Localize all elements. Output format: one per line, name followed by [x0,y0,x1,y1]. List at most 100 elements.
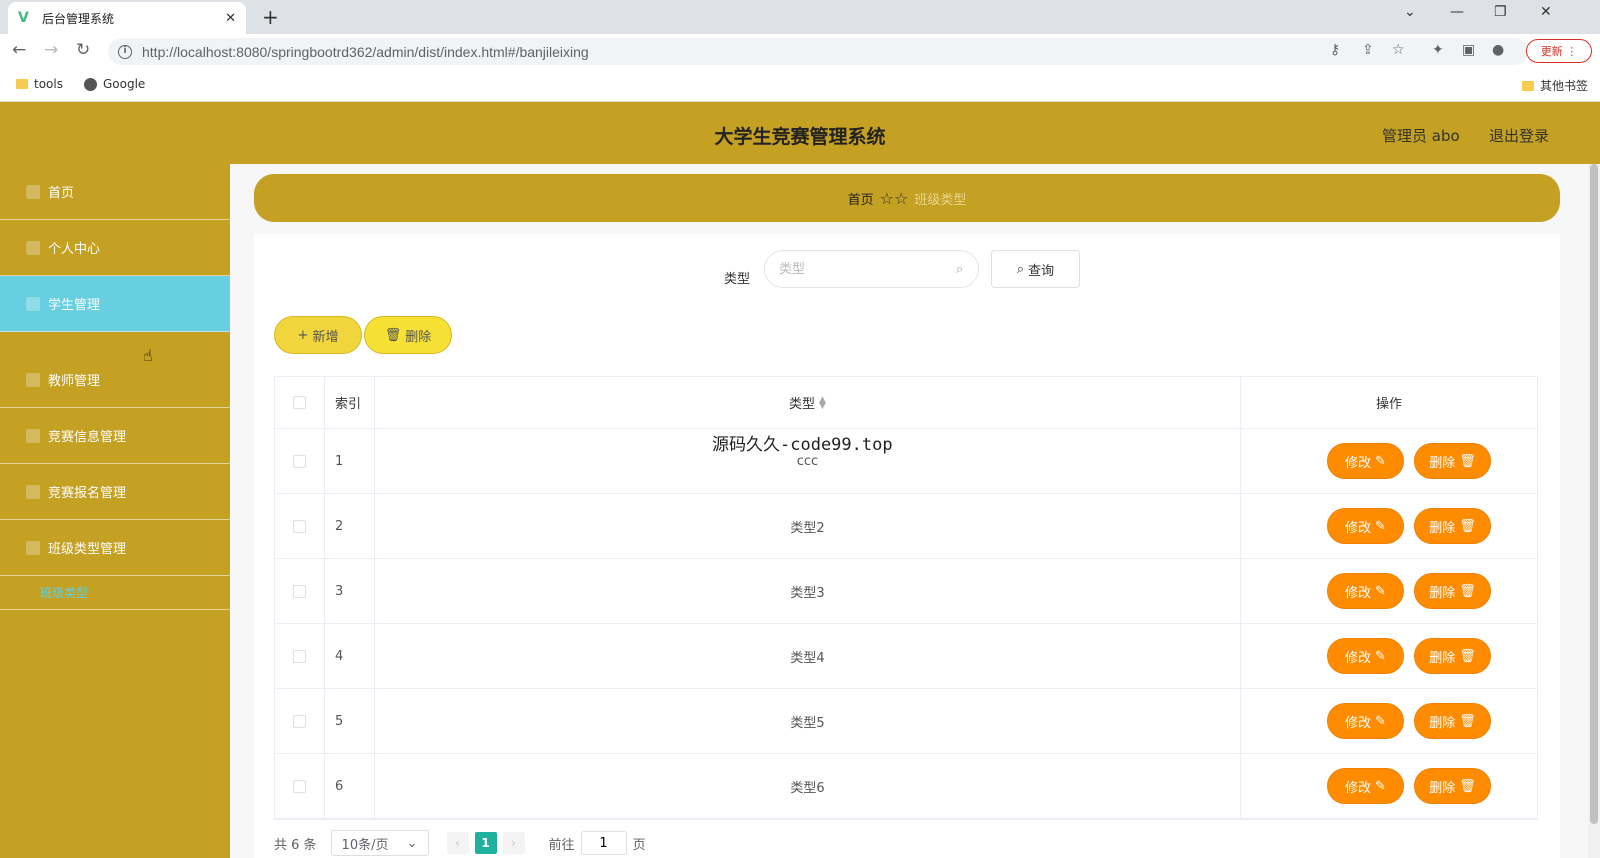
bookmarks-bar: tools Google 其他书签 [0,68,1600,102]
admin-user: 管理员 abo [1382,127,1460,145]
app-title: 大学生竞赛管理系统 [714,126,886,148]
select-all-checkbox[interactable] [293,396,306,409]
add-label: 新增 [312,329,339,345]
search-input[interactable] [764,250,979,288]
mouse-cursor-icon: ☝ [143,346,153,365]
sidebar-item-home[interactable]: 首页 [0,164,230,220]
sidebar: 首页 个人中心 学生管理 教师管理 竞赛信息管理 竞赛报名管理 班级类型管理 班… [0,164,230,858]
table-row: 1 ccc 修改 ✎ 删除 🗑 [275,429,1537,494]
sidebar-item-class-types[interactable]: 班级类型管理 [0,520,230,576]
table-row: 5 类型5 修改 ✎ 删除 🗑 [275,689,1537,754]
row-check-cell [275,624,325,688]
logout-link[interactable]: 退出登录 [1489,125,1549,146]
table-row: 4 类型4 修改 ✎ 删除 🗑 [275,624,1537,689]
delete-button[interactable]: 删除 🗑 [1414,573,1491,609]
edit-button[interactable]: 修改 ✎ [1327,768,1404,804]
edit-button[interactable]: 修改 ✎ [1327,443,1404,479]
prev-page-icon[interactable]: ‹ [446,832,469,854]
side-panel-icon[interactable]: ▣ [1462,42,1475,58]
row-type: 类型5 [375,689,1241,753]
share-icon[interactable]: ⇪ [1362,42,1374,58]
sidebar-item-competitions[interactable]: 竞赛信息管理 [0,408,230,464]
browser-update-button[interactable]: 更新 ⋮ [1526,39,1592,63]
page-scrollbar[interactable] [1588,164,1600,858]
row-checkbox[interactable] [293,649,306,663]
sidebar-subitem-class-type[interactable]: 班级类型 [0,584,230,610]
sidebar-item-label: 竞赛报名管理 [48,486,127,501]
sort-icon[interactable]: ▲ ▼ [819,395,826,410]
row-index: 3 [325,559,375,623]
header-type: 类型 [789,397,816,412]
close-window-icon[interactable]: ✕ [1540,4,1552,20]
key-icon[interactable]: ⚷ [1330,42,1340,58]
row-checkbox[interactable] [293,714,306,728]
other-bookmarks[interactable]: 其他书签 [1522,77,1588,94]
row-check-cell [275,689,325,753]
breadcrumb-home[interactable]: 首页 [848,189,874,208]
bookmark-star-icon[interactable]: ☆ [1392,42,1405,58]
row-actions: 修改 ✎ 删除 🗑 [1241,689,1537,753]
page-size-select[interactable]: 10条/页 ⌄ [330,830,429,856]
trash-icon: 🗑 [1459,778,1476,794]
bookmark-label: Google [103,77,146,91]
header-ops: 操作 [1375,397,1402,412]
add-button[interactable]: + 新增 [274,316,362,354]
edit-label: 修改 [1345,650,1372,666]
next-page-icon[interactable]: › [502,832,525,854]
page-number-current[interactable]: 1 [474,832,497,854]
sidebar-item-students[interactable]: 学生管理 [0,276,230,332]
row-index: 4 [325,624,375,688]
sidebar-item-label: 个人中心 [48,242,101,257]
tab-search-icon[interactable]: ⌄ [1404,4,1416,20]
page-size-value: 10条/页 [341,837,389,853]
reload-icon[interactable]: ↻ [76,40,90,60]
delete-button[interactable]: 删除 🗑 [1414,508,1491,544]
tab-close-icon[interactable]: ✕ [225,11,236,26]
sidebar-item-teachers[interactable]: 教师管理 [0,352,230,408]
row-checkbox[interactable] [293,519,306,533]
scrollbar-thumb[interactable] [1590,164,1598,824]
delete-button[interactable]: 删除 🗑 [1414,768,1491,804]
delete-button[interactable]: 删除 🗑 [1414,638,1491,674]
batch-delete-button[interactable]: 🗑 删除 [364,316,452,354]
delete-button[interactable]: 删除 🗑 [1414,443,1491,479]
delete-label: 删除 [1429,455,1456,471]
extensions-icon[interactable]: ✦ [1432,42,1444,58]
bookmark-google[interactable]: Google [84,77,145,91]
info-icon[interactable]: i [118,44,132,59]
edit-button[interactable]: 修改 ✎ [1327,638,1404,674]
header-type-cell[interactable]: 类型 ▲ ▼ [375,377,1241,428]
forward-icon[interactable]: → [44,40,58,60]
edit-button[interactable]: 修改 ✎ [1327,573,1404,609]
table-row: 6 类型6 修改 ✎ 删除 🗑 [275,754,1537,819]
sidebar-item-profile[interactable]: 个人中心 [0,220,230,276]
bookmark-tools[interactable]: tools [16,77,63,91]
query-button[interactable]: ⌕ 查询 [991,250,1080,288]
delete-button[interactable]: 删除 🗑 [1414,703,1491,739]
minimize-icon[interactable]: — [1450,4,1464,20]
browser-tab[interactable]: V 后台管理系统 ✕ [8,2,246,34]
row-checkbox[interactable] [293,779,306,793]
row-index: 5 [325,689,375,753]
plus-icon: + [297,327,309,343]
profile-icon[interactable]: ● [1492,42,1504,58]
other-bookmarks-label: 其他书签 [1540,79,1589,93]
restore-icon[interactable]: ❐ [1494,4,1507,20]
globe-icon [84,77,97,91]
row-actions: 修改 ✎ 删除 🗑 [1241,494,1537,558]
back-icon[interactable]: ← [12,40,26,60]
sidebar-item-registrations[interactable]: 竞赛报名管理 [0,464,230,520]
breadcrumb-current: 班级类型 [914,192,967,208]
new-tab-icon[interactable]: + [262,5,279,29]
row-actions: 修改 ✎ 删除 🗑 [1241,559,1537,623]
folder-icon [16,79,28,89]
overlay-text: 源码久久-code99.top [712,435,893,455]
row-type: 类型2 [375,494,1241,558]
row-checkbox[interactable] [293,454,306,468]
row-checkbox[interactable] [293,584,306,598]
edit-button[interactable]: 修改 ✎ [1327,508,1404,544]
edit-button[interactable]: 修改 ✎ [1327,703,1404,739]
goto-page-input[interactable] [580,831,627,855]
edit-label: 修改 [1345,780,1372,796]
url-field[interactable]: i http://localhost:8080/springbootrd362/… [108,38,1528,65]
